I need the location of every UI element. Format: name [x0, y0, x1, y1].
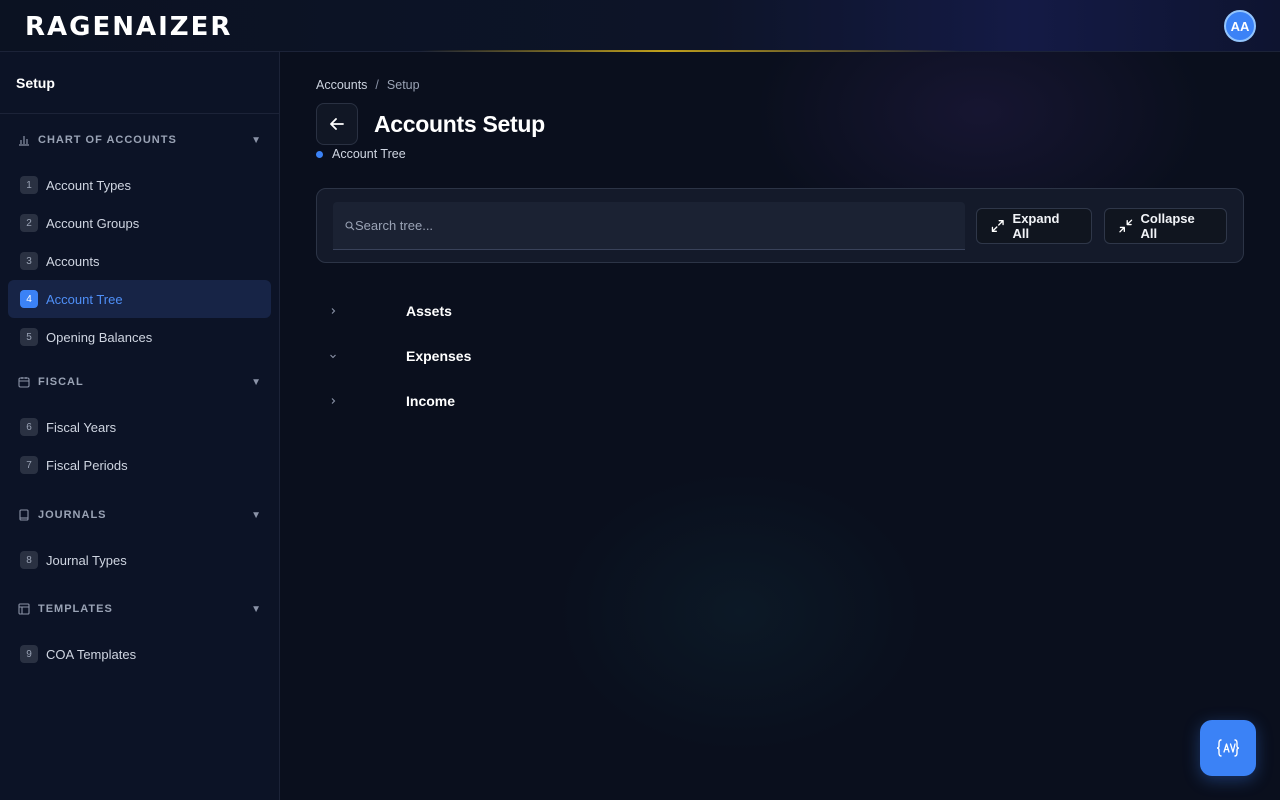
tree-node-label: Expenses — [406, 347, 472, 364]
tree-node-assets[interactable]: Assets — [316, 288, 1244, 333]
subtitle-text: Account Tree — [332, 147, 406, 161]
chevron-down-icon[interactable]: ▼ — [251, 510, 261, 521]
assistant-icon — [1216, 739, 1240, 757]
search-input[interactable] — [355, 218, 935, 233]
user-avatar[interactable]: AA — [1224, 10, 1256, 42]
chevron-down-icon[interactable]: ▼ — [251, 377, 261, 388]
item-number-badge: 4 — [20, 290, 38, 308]
sidebar-item-fiscal-periods[interactable]: 7 Fiscal Periods — [8, 446, 271, 484]
chevron-down-icon[interactable]: ▼ — [251, 604, 261, 615]
sidebar-item-account-tree[interactable]: 4 Account Tree — [8, 280, 271, 318]
item-number-badge: 1 — [20, 176, 38, 194]
status-dot — [316, 150, 323, 158]
item-number-badge: 6 — [20, 418, 38, 436]
page-subtitle: Account Tree — [316, 147, 406, 161]
breadcrumb-current: Setup — [386, 78, 420, 92]
section-header-chart-of-accounts[interactable]: CHART OF ACCOUNTS ▼ — [8, 114, 271, 166]
tree-node-label: Income — [406, 392, 456, 409]
layout-icon — [18, 603, 30, 615]
sidebar-item-label: Fiscal Years — [46, 419, 117, 435]
chevron-down-icon[interactable]: ▼ — [251, 135, 261, 146]
breadcrumb-separator: / — [375, 78, 379, 92]
sidebar-section-templates: TEMPLATES ▼ 9 COA Templates — [0, 583, 279, 673]
bar-chart-icon — [18, 134, 30, 146]
back-button[interactable] — [316, 103, 358, 145]
sidebar-item-fiscal-years[interactable]: 6 Fiscal Years — [8, 408, 271, 446]
assistant-fab-button[interactable] — [1200, 720, 1256, 776]
sidebar-item-label: Opening Balances — [46, 329, 153, 345]
sidebar-item-opening-balances[interactable]: 5 Opening Balances — [8, 318, 271, 356]
collapse-icon — [1119, 219, 1133, 233]
breadcrumb-root[interactable]: Accounts — [316, 78, 367, 92]
item-number-badge: 3 — [20, 252, 38, 270]
item-number-badge: 2 — [20, 214, 38, 232]
item-number-badge: 9 — [20, 645, 38, 663]
chevron-down-icon[interactable] — [316, 352, 350, 360]
sidebar: Setup CHART OF ACCOUNTS ▼ 1 Account Type… — [0, 52, 280, 800]
sidebar-item-coa-templates[interactable]: 9 COA Templates — [8, 635, 271, 673]
sidebar-section-journals: JOURNALS ▼ 8 Journal Types — [0, 489, 279, 579]
breadcrumb: Accounts / Setup — [316, 78, 420, 92]
account-tree: Assets Expenses Income — [316, 288, 1244, 423]
collapse-all-button[interactable]: Collapse All — [1104, 208, 1227, 244]
section-header-templates[interactable]: TEMPLATES ▼ — [8, 583, 271, 635]
calendar-icon — [18, 376, 30, 388]
sidebar-item-label: Account Types — [46, 177, 132, 193]
top-bar: RAGENAIZER AA — [0, 0, 1280, 52]
tree-toolbar: Expand All Collapse All — [316, 188, 1244, 263]
search-box[interactable] — [333, 202, 965, 250]
sidebar-item-label: Accounts — [46, 253, 100, 269]
section-title: CHART OF ACCOUNTS — [38, 134, 177, 146]
item-number-badge: 8 — [20, 551, 38, 569]
section-header-journals[interactable]: JOURNALS ▼ — [8, 489, 271, 541]
sidebar-section-fiscal: FISCAL ▼ 6 Fiscal Years 7 Fiscal Periods — [0, 356, 279, 484]
sidebar-item-label: Journal Types — [46, 552, 127, 568]
sidebar-item-label: Account Groups — [46, 215, 140, 231]
chevron-right-icon[interactable] — [316, 397, 350, 405]
search-icon — [345, 220, 355, 231]
sidebar-section-chart-of-accounts: CHART OF ACCOUNTS ▼ 1 Account Types 2 Ac… — [0, 114, 279, 356]
sidebar-item-journal-types[interactable]: 8 Journal Types — [8, 541, 271, 579]
app-logo[interactable]: RAGENAIZER — [25, 14, 232, 40]
section-title: FISCAL — [38, 376, 84, 388]
sidebar-item-label: Account Tree — [46, 291, 123, 307]
section-title: JOURNALS — [38, 509, 107, 521]
chevron-right-icon[interactable] — [316, 307, 350, 315]
sidebar-item-account-types[interactable]: 1 Account Types — [8, 166, 271, 204]
tree-node-income[interactable]: Income — [316, 378, 1244, 423]
sidebar-item-account-groups[interactable]: 2 Account Groups — [8, 204, 271, 242]
arrow-left-icon — [330, 118, 344, 130]
expand-icon — [991, 220, 1004, 232]
tree-node-label: Assets — [406, 302, 452, 319]
page-title: Accounts Setup — [374, 111, 545, 137]
tree-node-expenses[interactable]: Expenses — [316, 333, 1244, 378]
collapse-all-label: Collapse All — [1140, 211, 1195, 241]
expand-all-label: Expand All — [1012, 211, 1060, 241]
main-content: Accounts / Setup Accounts Setup Account … — [280, 52, 1280, 800]
item-number-badge: 5 — [20, 328, 38, 346]
sidebar-title: Setup — [0, 52, 279, 114]
section-header-fiscal[interactable]: FISCAL ▼ — [8, 356, 271, 408]
sidebar-item-accounts[interactable]: 3 Accounts — [8, 242, 271, 280]
section-title: TEMPLATES — [38, 603, 113, 615]
expand-all-button[interactable]: Expand All — [976, 208, 1092, 244]
sidebar-item-label: Fiscal Periods — [46, 457, 128, 473]
book-icon — [18, 509, 30, 521]
item-number-badge: 7 — [20, 456, 38, 474]
sidebar-item-label: COA Templates — [46, 646, 137, 662]
